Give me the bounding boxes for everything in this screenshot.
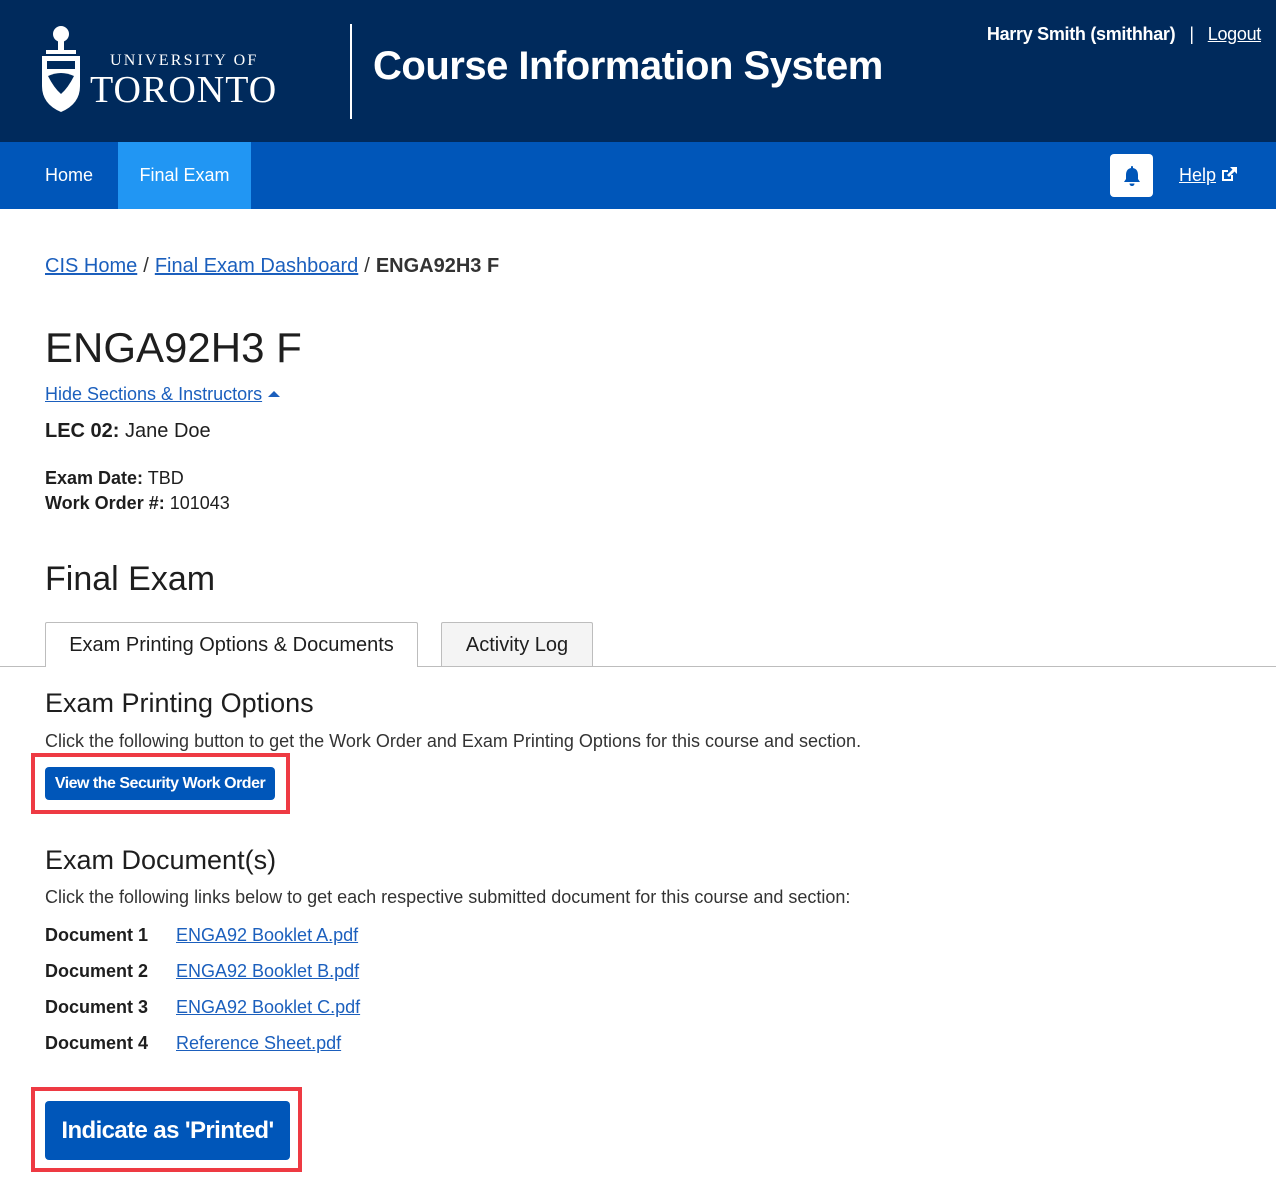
work-order-value: 101043 — [169, 493, 230, 513]
user-area: Harry Smith (smithhar) | Logout — [987, 24, 1261, 45]
breadcrumb-cis-home[interactable]: CIS Home — [45, 255, 137, 277]
external-link-icon — [1222, 167, 1238, 181]
top-header: UNIVERSITY OF TORONTO Course Information… — [0, 0, 1276, 142]
breadcrumb: CIS Home / Final Exam Dashboard / ENGA92H3 F — [45, 255, 499, 278]
lecture-instructor: Jane Doe — [125, 420, 211, 442]
hide-sections-toggle[interactable]: Hide Sections & Instructors — [45, 384, 281, 405]
indicate-printed-button[interactable]: Indicate as 'Printed' — [45, 1101, 290, 1160]
exam-date-value: TBD — [147, 468, 184, 488]
exam-documents-text: Click the following links below to get e… — [45, 887, 851, 907]
document-link[interactable]: ENGA92 Booklet C.pdf — [176, 997, 360, 1018]
tab-activity-log[interactable]: Activity Log — [441, 622, 593, 666]
user-separator: | — [1189, 24, 1194, 44]
exam-date-label: Exam Date: — [45, 468, 144, 488]
document-label: Document 4 — [45, 1033, 149, 1053]
breadcrumb-separator: / — [143, 255, 149, 277]
exam-documents-heading: Exam Document(s) — [45, 845, 277, 875]
breadcrumb-separator: / — [364, 255, 370, 277]
header-divider — [350, 24, 352, 119]
user-name: Harry Smith (smithhar) — [986, 24, 1176, 44]
document-link[interactable]: ENGA92 Booklet A.pdf — [176, 925, 358, 946]
printing-options-heading: Exam Printing Options — [45, 688, 314, 718]
help-link[interactable]: Help — [1179, 142, 1238, 209]
view-security-work-order-button[interactable]: View the Security Work Order — [45, 767, 275, 800]
breadcrumb-current: ENGA92H3 F — [375, 255, 500, 277]
work-order-line: Work Order #: 101043 — [45, 493, 230, 514]
logout-link[interactable]: Logout — [1208, 24, 1262, 44]
lecture-label: LEC 02: — [45, 420, 120, 442]
caret-up-icon — [268, 391, 281, 397]
document-label: Document 2 — [45, 961, 149, 981]
page-title: ENGA92H3 F — [45, 324, 302, 371]
document-link[interactable]: Reference Sheet.pdf — [176, 1033, 341, 1054]
help-label: Help — [1179, 165, 1217, 185]
final-exam-heading: Final Exam — [45, 560, 216, 598]
document-link[interactable]: ENGA92 Booklet B.pdf — [176, 961, 359, 982]
toggle-label: Hide Sections & Instructors — [45, 384, 263, 404]
logo-toronto: TORONTO — [90, 69, 278, 111]
notifications-button[interactable] — [1110, 154, 1153, 197]
breadcrumb-final-exam-dashboard[interactable]: Final Exam Dashboard — [155, 255, 358, 277]
exam-date-line: Exam Date: TBD — [45, 468, 184, 489]
tab-exam-printing-options[interactable]: Exam Printing Options & Documents — [45, 622, 418, 667]
nav-item-final-exam[interactable]: Final Exam — [118, 142, 251, 209]
document-label: Document 3 — [45, 997, 149, 1017]
main-nav: Home Final Exam Help — [0, 142, 1276, 209]
university-logo[interactable]: UNIVERSITY OF TORONTO — [38, 22, 298, 116]
work-order-label: Work Order #: — [45, 493, 165, 513]
crest-icon — [42, 26, 80, 112]
printing-options-text: Click the following button to get the Wo… — [45, 731, 862, 751]
bell-icon — [1123, 165, 1140, 186]
app-title: Course Information System — [373, 44, 883, 88]
nav-item-home[interactable]: Home — [22, 142, 116, 209]
lecture-section: LEC 02: Jane Doe — [45, 420, 211, 443]
document-label: Document 1 — [45, 925, 149, 945]
